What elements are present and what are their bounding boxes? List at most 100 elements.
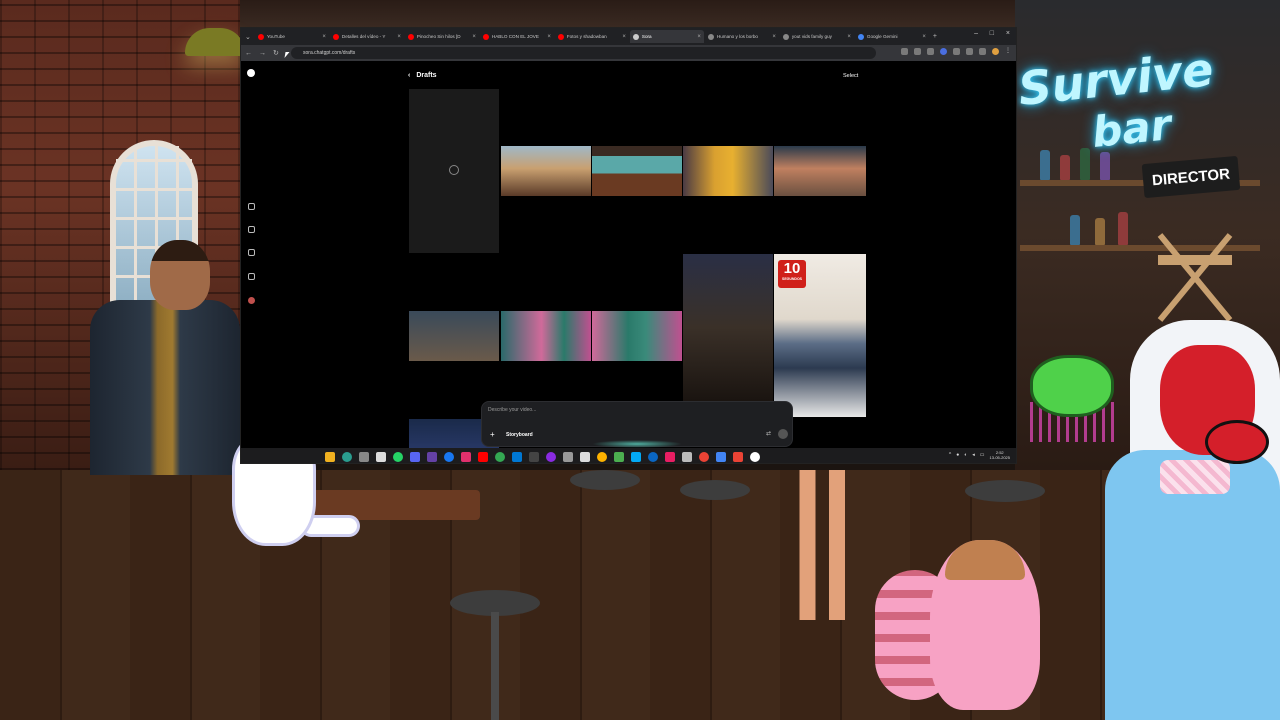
taskbar-app-icon[interactable] — [529, 451, 539, 462]
search-icon[interactable] — [248, 226, 255, 233]
add-media-button[interactable]: + — [490, 430, 495, 439]
extension-icon[interactable] — [940, 48, 947, 55]
address-bar[interactable]: sora.chatgpt.com/drafts — [291, 47, 876, 59]
tab-close-icon[interactable]: × — [472, 34, 476, 40]
taskbar-app-icon[interactable] — [597, 451, 607, 462]
send-button[interactable] — [778, 429, 788, 439]
avatar-icon[interactable] — [248, 297, 255, 304]
tab-search-icon[interactable]: ⌄ — [245, 33, 251, 41]
browser-tab[interactable]: Detalles del vídeo - Y × — [330, 30, 404, 43]
draft-thumb-alley[interactable] — [409, 311, 499, 361]
tab-close-icon[interactable]: × — [847, 34, 851, 40]
browser-tab[interactable]: HABLO CON EL JOVE × — [480, 30, 554, 43]
taskbar-app-icon[interactable] — [359, 451, 369, 462]
tab-close-icon[interactable]: × — [547, 34, 551, 40]
forward-icon[interactable]: → — [259, 50, 266, 57]
storyboard-button[interactable]: Storyboard — [506, 432, 533, 438]
browser-tab[interactable]: Google Gemini × — [855, 30, 929, 43]
mic-icon[interactable]: ● — [956, 452, 959, 458]
draft-thumb-boat[interactable] — [501, 146, 591, 196]
taskbar-app-icon[interactable] — [495, 451, 505, 462]
draft-thumb-night-street[interactable] — [683, 254, 773, 401]
prompt-input[interactable]: Describe your video... — [488, 407, 536, 413]
taskbar-app-icon[interactable] — [563, 451, 573, 462]
taskbar-app-icon[interactable] — [733, 451, 743, 462]
cast-icon[interactable] — [901, 48, 908, 55]
taskbar-app-icon[interactable] — [699, 451, 709, 462]
translate-icon[interactable] — [914, 48, 921, 55]
draft-thumb-presenter[interactable] — [683, 146, 773, 196]
tab-title: Humano y los borbo — [716, 34, 758, 39]
wifi-icon[interactable]: ◐ — [964, 452, 967, 458]
draft-thumb-street[interactable] — [774, 146, 866, 196]
taskbar-app-icon[interactable] — [342, 451, 352, 462]
sidepanel-icon[interactable] — [979, 48, 986, 55]
taskbar-app-icon[interactable] — [750, 451, 760, 462]
browser-tab[interactable]: YouTube × — [255, 30, 329, 43]
tab-close-icon[interactable]: × — [697, 34, 701, 40]
browser-tab[interactable]: Fotos y shadowban × — [555, 30, 629, 43]
browser-tab[interactable]: Sora × — [629, 30, 704, 43]
captured-desktop: ⌄ YouTube × Detalles del vídeo - Y × Pinoche… — [240, 27, 1017, 464]
explore-icon[interactable] — [248, 203, 255, 210]
volume-icon[interactable]: ◂ — [972, 452, 975, 458]
tab-close-icon[interactable]: × — [322, 34, 326, 40]
taskbar-app-icon[interactable] — [648, 451, 658, 462]
taskbar-app-icon[interactable] — [614, 451, 624, 462]
taskbar-app-icon[interactable] — [410, 451, 420, 462]
select-button[interactable]: Select — [843, 73, 858, 79]
close-window-button[interactable]: × — [1006, 30, 1010, 37]
taskbar-app-icon[interactable] — [376, 451, 386, 462]
taskbar-app-icon[interactable] — [444, 451, 454, 462]
reload-icon[interactable]: ↻ — [273, 49, 279, 57]
tab-close-icon[interactable]: × — [922, 34, 926, 40]
taskbar-app-icon[interactable] — [461, 451, 471, 462]
draft-thumb-turtle-1[interactable] — [501, 311, 591, 361]
tab-title: Detalles del vídeo - Y — [341, 34, 386, 39]
tray-chevron-icon[interactable]: ^ — [949, 452, 951, 458]
browser-tab[interactable]: Humano y los borbo × — [705, 30, 779, 43]
taskbar-app-icon[interactable] — [393, 451, 403, 462]
tab-close-icon[interactable]: × — [622, 34, 626, 40]
clock[interactable]: 2:52 13-05-2025 — [990, 450, 1010, 460]
back-icon[interactable]: ← — [245, 50, 252, 57]
draft-thumb-figures[interactable] — [592, 146, 682, 196]
back-chevron-icon[interactable]: ‹ — [408, 72, 410, 79]
tab-close-icon[interactable]: × — [397, 34, 401, 40]
tab-favicon-icon — [257, 33, 264, 40]
tab-close-icon[interactable]: × — [772, 34, 776, 40]
taskbar-app-icon[interactable] — [427, 451, 437, 462]
taskbar-app-icon[interactable] — [682, 451, 692, 462]
settings-sliders-icon[interactable]: ⇄ — [766, 430, 771, 437]
extensions-puzzle-icon[interactable] — [953, 48, 960, 55]
draft-loading-thumb[interactable] — [409, 89, 499, 253]
taskbar-app-icon[interactable] — [478, 451, 488, 462]
minimize-button[interactable]: – — [974, 30, 978, 37]
vtuber-speech-bubble — [1205, 420, 1269, 464]
bookmark-icon[interactable] — [927, 48, 934, 55]
taskbar-app-icon[interactable] — [512, 451, 522, 462]
bell-icon[interactable] — [248, 273, 255, 280]
tab-favicon-icon — [632, 33, 639, 40]
taskbar-app-icon[interactable] — [325, 451, 335, 462]
browser-tab[interactable]: Pinocheo Sin hilos [D × — [405, 30, 479, 43]
maximize-button[interactable]: □ — [990, 30, 994, 37]
taskbar-app-icon[interactable] — [716, 451, 726, 462]
download-icon[interactable] — [966, 48, 973, 55]
tab-title: HABLO CON EL JOVE — [491, 34, 539, 39]
menu-dots-icon[interactable]: ⋮ — [1005, 48, 1012, 55]
sora-logo[interactable] — [247, 69, 255, 77]
taskbar-app-icon[interactable] — [665, 451, 675, 462]
battery-icon[interactable]: ▭ — [980, 452, 985, 458]
taskbar-app-icon[interactable] — [631, 451, 641, 462]
profile-avatar[interactable] — [992, 48, 999, 55]
draft-thumb-laptop-man[interactable]: 10 SEGUNDOS — [774, 254, 866, 417]
url-text: sora.chatgpt.com/drafts — [303, 50, 356, 56]
browser-tab[interactable]: yout vids family guy × — [780, 30, 854, 43]
taskbar-app-icon[interactable] — [546, 451, 556, 462]
tab-title: yout vids family guy — [791, 34, 832, 39]
bulb-icon[interactable] — [248, 249, 255, 256]
new-tab-button[interactable]: + — [933, 33, 937, 40]
taskbar-app-icon[interactable] — [580, 451, 590, 462]
draft-thumb-turtle-2[interactable] — [592, 311, 682, 361]
